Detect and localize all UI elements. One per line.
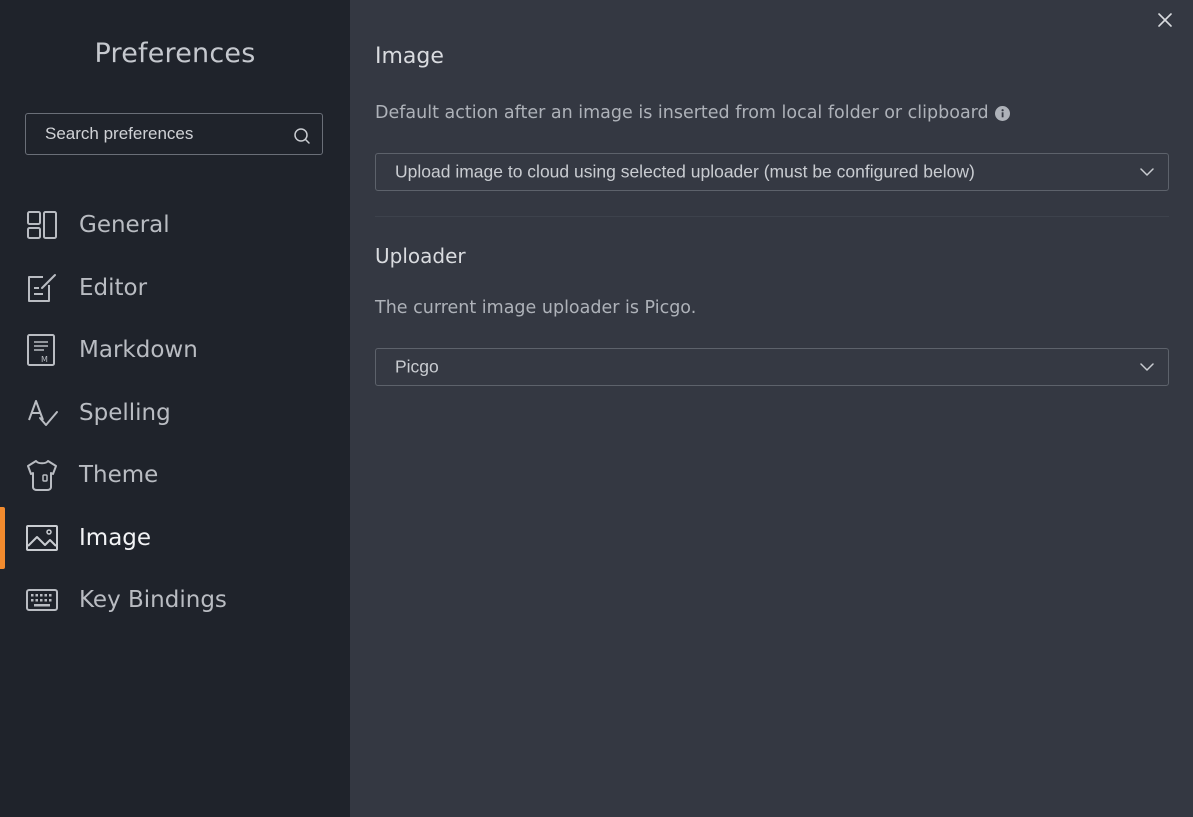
uploader-section-title: Uploader (375, 244, 466, 268)
image-section-title: Image (375, 44, 444, 69)
image-action-description: Default action after an image is inserte… (375, 103, 1010, 123)
sidebar-nav: General Editor M Markdown Spelling Theme… (0, 194, 350, 632)
markdown-icon: M (27, 334, 55, 367)
section-divider (375, 216, 1169, 217)
preferences-content: Image Default action after an image is i… (350, 0, 1193, 817)
sidebar-item-general[interactable]: General (0, 194, 350, 257)
info-icon[interactable] (994, 105, 1010, 121)
preferences-sidebar: Preferences General (0, 0, 350, 817)
sidebar-item-editor[interactable]: Editor (0, 257, 350, 320)
sidebar-item-theme[interactable]: Theme (0, 444, 350, 507)
keyboard-icon (26, 589, 58, 612)
uploader-selected-value: Picgo (395, 356, 439, 377)
image-action-selected-value: Upload image to cloud using selected upl… (395, 161, 975, 182)
sidebar-item-label: Editor (79, 274, 148, 301)
sidebar-title: Preferences (94, 38, 256, 69)
sidebar-item-label: General (79, 212, 170, 239)
svg-text:M: M (41, 355, 48, 364)
sidebar-item-label: Markdown (79, 337, 198, 364)
preferences-window: Preferences General (0, 0, 1193, 817)
sidebar-item-label: Key Bindings (79, 587, 227, 614)
general-icon (27, 211, 57, 240)
sidebar-item-image[interactable]: Image (0, 506, 350, 570)
editor-icon (28, 273, 56, 302)
image-action-select[interactable]: Upload image to cloud using selected upl… (375, 153, 1169, 191)
sidebar-item-spelling[interactable]: Spelling (0, 382, 350, 445)
sidebar-item-label: Theme (79, 462, 159, 489)
sidebar-item-markdown[interactable]: M Markdown (0, 319, 350, 382)
search-box[interactable] (25, 113, 323, 155)
sidebar-item-label: Image (79, 524, 152, 551)
chevron-down-icon (1140, 168, 1154, 176)
uploader-description: The current image uploader is Picgo. (375, 298, 697, 318)
search-icon[interactable] (293, 127, 311, 145)
sidebar-item-label: Spelling (79, 399, 171, 426)
uploader-select[interactable]: Picgo (375, 348, 1169, 386)
theme-icon (27, 460, 57, 492)
search-input[interactable] (26, 114, 286, 154)
image-icon (26, 524, 58, 551)
sidebar-item-key-bindings[interactable]: Key Bindings (0, 569, 350, 632)
image-action-description-text: Default action after an image is inserte… (375, 103, 989, 123)
close-icon[interactable] (1157, 12, 1173, 28)
spelling-icon (28, 399, 58, 426)
chevron-down-icon (1140, 363, 1154, 371)
